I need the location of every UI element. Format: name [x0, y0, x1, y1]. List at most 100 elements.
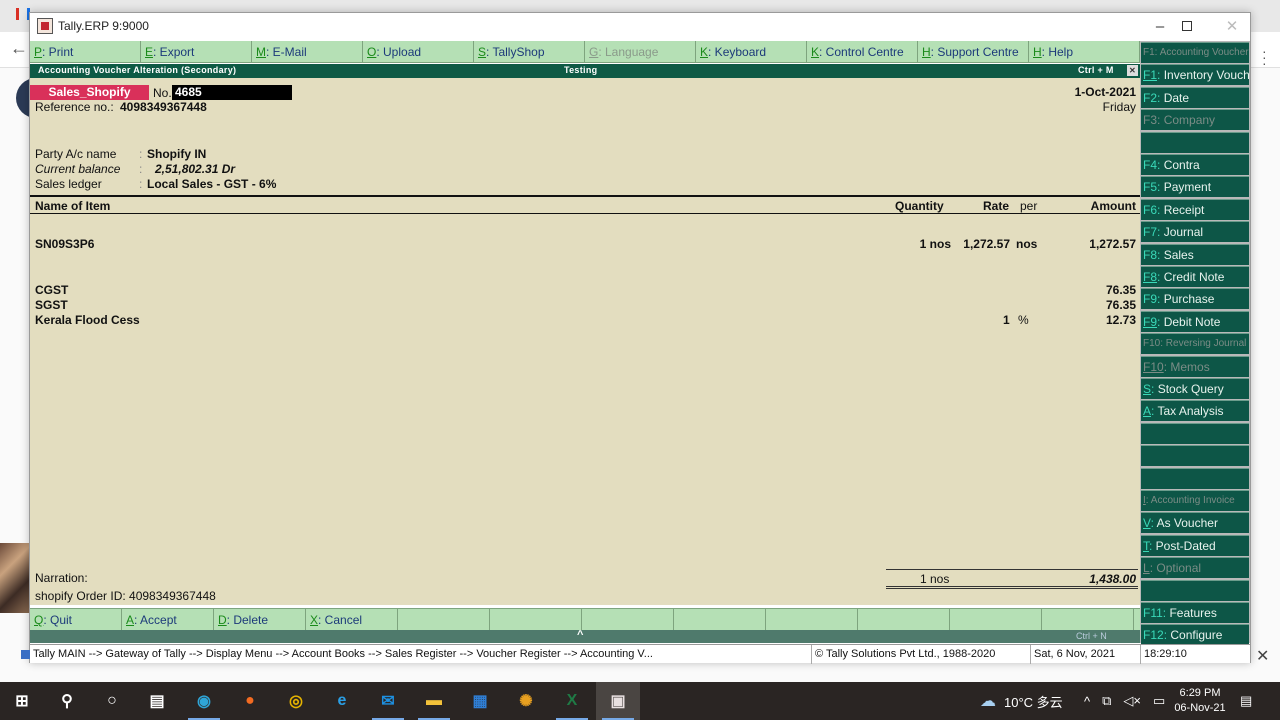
- shortcut-key: F4: [1143, 158, 1158, 172]
- panel-button-features[interactable]: F11: Features: [1141, 602, 1249, 623]
- narration-field[interactable]: shopify Order ID: 4098349367448: [35, 589, 216, 603]
- key-separator: :: [1157, 158, 1164, 172]
- taskbar-search[interactable]: ⚲: [45, 682, 89, 720]
- clock-date: 06-Nov-21: [1174, 702, 1226, 714]
- screen-header: Accounting Voucher Alteration (Secondary…: [30, 64, 1140, 78]
- edge-icon: ◉: [197, 693, 211, 710]
- voucher-type[interactable]: Sales_Shopify: [30, 85, 149, 100]
- tax-row[interactable]: Kerala Flood Cess 1 % 12.73: [30, 313, 1140, 328]
- panel-button-stock-query[interactable]: S: Stock Query: [1141, 378, 1249, 399]
- button-label: : Quit: [43, 613, 73, 627]
- bottom-button-quit[interactable]: Q: Quit: [30, 609, 122, 631]
- tax-name: CGST: [35, 283, 69, 297]
- taskbar-chrome[interactable]: ◎: [274, 682, 318, 720]
- button-label: : Help: [1041, 45, 1074, 59]
- expand-caret-icon[interactable]: ^: [577, 629, 583, 641]
- taskbar-task-view[interactable]: ▤: [135, 682, 179, 720]
- narration-label: Narration:: [35, 571, 88, 585]
- balance-value: 2,51,802.31 Dr: [155, 162, 236, 176]
- button-label: Optional: [1156, 561, 1202, 576]
- panel-button-tax-analysis[interactable]: A: Tax Analysis: [1141, 400, 1249, 422]
- bottom-button-accept[interactable]: A: Accept: [122, 609, 214, 631]
- button-label: Features: [1169, 606, 1217, 620]
- bottom-strip: ^ Ctrl + N: [30, 629, 1140, 643]
- taskbar-internet-explorer[interactable]: e: [320, 682, 364, 720]
- panel-button-contra[interactable]: F4: Contra: [1141, 154, 1249, 175]
- top-button-email[interactable]: M: E-Mail: [252, 41, 363, 63]
- key-separator: :: [1157, 90, 1164, 105]
- shortcut-key: F11: [1143, 606, 1163, 620]
- panel-button-accounting-vouchers: F1: Accounting Vouchers: [1141, 42, 1249, 63]
- network-icon[interactable]: ▭: [1153, 693, 1165, 709]
- taskbar-file-explorer[interactable]: ▬: [412, 682, 456, 720]
- top-button-export[interactable]: E: Export: [141, 41, 252, 63]
- taskbar-firefox[interactable]: ●: [228, 682, 272, 720]
- button-label: : Export: [153, 45, 195, 59]
- key-separator: :: [1157, 202, 1164, 217]
- panel-button-as-voucher[interactable]: V: As Voucher: [1141, 512, 1249, 534]
- taskbar-excel[interactable]: X: [550, 682, 594, 720]
- panel-button-debit-note[interactable]: F9: Debit Note: [1141, 310, 1249, 332]
- shortcut-key: K: [811, 45, 820, 59]
- panel-button-optional: L: Optional: [1141, 557, 1249, 579]
- voucher-no-label: No.: [153, 86, 172, 100]
- panel-button-post-dated[interactable]: T: Post-Dated: [1141, 534, 1249, 556]
- bottom-button-cancel[interactable]: X: Cancel: [306, 609, 398, 631]
- panel-button-inventory-vouchers[interactable]: F1: Inventory Vouchers: [1141, 64, 1249, 86]
- meet-icon[interactable]: ⧉: [1102, 693, 1111, 709]
- taskbar-network-app[interactable]: ✺: [504, 682, 548, 720]
- top-button-upload[interactable]: O: Upload: [363, 41, 474, 63]
- panel-button-receipt[interactable]: F6: Receipt: [1141, 198, 1249, 220]
- party-field[interactable]: Shopify IN: [147, 147, 206, 161]
- gmail-icon: [16, 8, 30, 20]
- taskbar-tally[interactable]: ▣: [596, 682, 640, 720]
- sales-ledger-field[interactable]: Local Sales - GST - 6%: [147, 177, 276, 191]
- panel-button-configure[interactable]: F12: Configure: [1141, 624, 1249, 646]
- close-icon[interactable]: ✕: [1256, 646, 1269, 666]
- chevron-up-icon[interactable]: ^: [1084, 694, 1090, 709]
- top-button-help[interactable]: H: Help: [1029, 41, 1140, 63]
- screen-title: Accounting Voucher Alteration (Secondary…: [38, 65, 237, 75]
- tax-row[interactable]: CGST 76.35: [30, 283, 1140, 298]
- taskbar-edge[interactable]: ◉: [182, 682, 226, 720]
- tax-row[interactable]: SGST 76.35: [30, 298, 1140, 313]
- maximize-button[interactable]: [1165, 15, 1209, 39]
- panel-button-credit-note[interactable]: F8: Credit Note: [1141, 266, 1249, 287]
- close-button[interactable]: ✕: [1210, 15, 1254, 39]
- breadcrumb: Tally MAIN --> Gateway of Tally --> Disp…: [30, 645, 812, 664]
- panel-button-purchase[interactable]: F9: Purchase: [1141, 288, 1249, 310]
- taskbar-mail[interactable]: ✉: [366, 682, 410, 720]
- notifications-icon[interactable]: ▤: [1240, 682, 1252, 720]
- back-arrow-icon[interactable]: ←: [10, 38, 28, 59]
- panel-button-date[interactable]: F2: Date: [1141, 86, 1249, 108]
- taskbar-start[interactable]: ⊞: [0, 682, 44, 720]
- taskbar-store[interactable]: ▦: [458, 682, 502, 720]
- top-button-supportcentre[interactable]: H: Support Centre: [918, 41, 1029, 63]
- top-button-keyboard[interactable]: K: Keyboard: [696, 41, 807, 63]
- taskbar-cortana[interactable]: ○: [90, 682, 134, 720]
- table-row[interactable]: SN09S3P6 1 nos 1,272.57 nos 1,272.57: [30, 237, 1140, 252]
- speaker-muted-icon[interactable]: ◁×: [1123, 693, 1141, 709]
- header-close-button[interactable]: ✕: [1127, 65, 1138, 76]
- voucher-number-field[interactable]: 4685: [172, 85, 292, 100]
- party-label: Party A/c name: [35, 147, 117, 161]
- reference-field[interactable]: 4098349367448: [120, 100, 207, 114]
- panel-button-sales[interactable]: F8: Sales: [1141, 243, 1249, 265]
- bottom-button-delete[interactable]: D: Delete: [214, 609, 306, 631]
- voucher-date[interactable]: 1-Oct-2021: [1075, 85, 1136, 99]
- panel-button-journal[interactable]: F7: Journal: [1141, 221, 1249, 243]
- top-button-controlcentre[interactable]: K: Control Centre: [807, 41, 918, 63]
- top-button-print[interactable]: P: Print: [30, 41, 141, 63]
- key-separator: :: [1157, 180, 1164, 195]
- weather-widget[interactable]: ☁ 10°C 多云: [980, 682, 1063, 720]
- taskbar: ☁ 10°C 多云 ^ ⧉ ◁× ▭ 6:29 PM 06-Nov-21 ▤ ⊞…: [0, 682, 1280, 720]
- more-menu-icon[interactable]: · · ·: [1262, 44, 1267, 70]
- shortcut-key: S: [1143, 382, 1152, 396]
- taskbar-clock[interactable]: 6:29 PM 06-Nov-21: [1168, 686, 1232, 716]
- col-quantity: Quantity: [895, 199, 944, 213]
- button-label: Accounting Vouchers: [1159, 47, 1249, 58]
- top-button-tallyshop[interactable]: S: TallyShop: [474, 41, 585, 63]
- shortcut-key: X: [310, 613, 319, 627]
- key-separator: :: [1151, 382, 1158, 396]
- panel-button-payment[interactable]: F5: Payment: [1141, 176, 1249, 198]
